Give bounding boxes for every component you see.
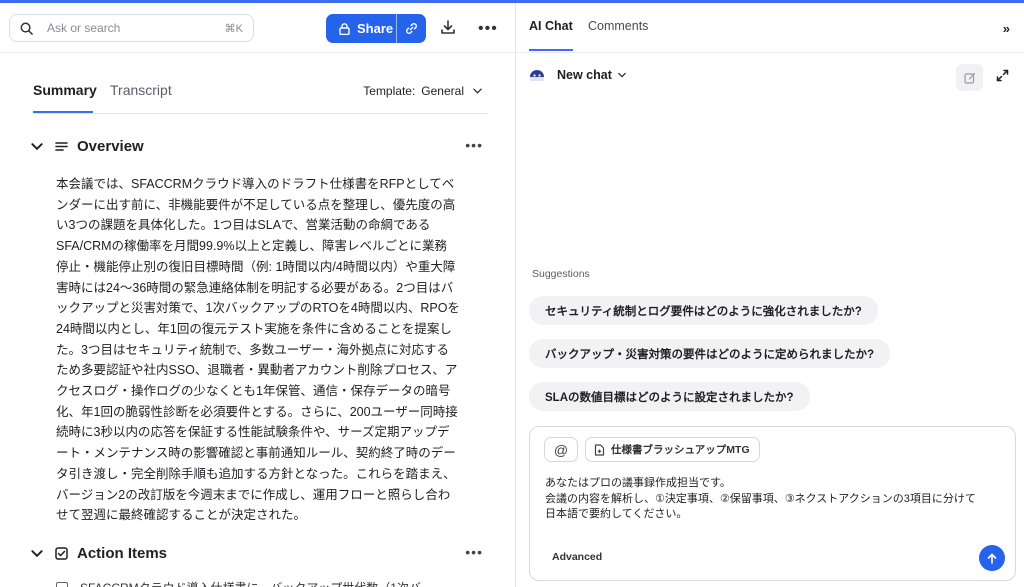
share-button[interactable]: Share — [326, 14, 396, 43]
mention-button[interactable]: @ — [544, 437, 578, 462]
new-chat-label: New chat — [557, 68, 612, 82]
search-shortcut: ⌘K — [224, 22, 243, 35]
assistant-avatar-icon — [530, 70, 544, 81]
doc-tabs: Summary Transcript Template: General — [33, 80, 488, 114]
send-button[interactable] — [979, 545, 1005, 571]
document-panel: Ask or search ⌘K Share ••• Summary Trans… — [0, 3, 516, 587]
prompt-input[interactable]: あなたはプロの議事録作成担当です。 会議の内容を解析し、①決定事項、②保留事項、… — [545, 476, 1010, 523]
prompt-line: 会議の内容を解析し、①決定事項、②保留事項、③ネクストアクションの3項目に分けて — [545, 492, 976, 505]
suggestion-chip[interactable]: セキュリティ統制とログ要件はどのように強化されましたか? — [529, 296, 878, 325]
overview-title: Overview — [77, 137, 144, 155]
expand-icon[interactable] — [996, 69, 1009, 82]
advanced-button[interactable]: Advanced — [552, 551, 602, 563]
search-input[interactable]: Ask or search ⌘K — [9, 14, 254, 42]
template-label: Template: — [363, 84, 416, 98]
overview-body: 本会議では、SFACCRMクラウド導入のドラフト仕様書をRFPとしてベ ンダーに… — [56, 177, 460, 523]
assistant-panel: AI Chat Comments » New chat Suggestions … — [516, 3, 1024, 587]
link-icon — [406, 23, 417, 34]
action-items-section-header: Action Items ••• — [30, 542, 485, 564]
suggestions-label: Suggestions — [532, 268, 590, 280]
collapse-panel-icon[interactable]: » — [1003, 21, 1010, 36]
checkbox-icon — [55, 546, 68, 560]
suggestion-chip[interactable]: バックアップ・災害対策の要件はどのように定められましたか? — [529, 339, 891, 368]
chevron-down-icon — [473, 88, 482, 94]
chevron-down-icon — [618, 72, 626, 78]
tab-summary[interactable]: Summary — [33, 82, 97, 98]
copy-link-button[interactable] — [397, 14, 426, 43]
action-items-title: Action Items — [77, 544, 168, 562]
overview-section-header: Overview ••• — [30, 135, 485, 157]
chat-composer[interactable]: @ 仕様書ブラッシュアップMTG あなたはプロの議事録作成担当です。 会議の内容… — [529, 426, 1016, 581]
document-add-icon — [594, 443, 605, 456]
action-item-checkbox[interactable] — [56, 581, 68, 587]
tab-comments[interactable]: Comments — [588, 19, 648, 33]
search-icon — [20, 22, 33, 35]
share-button-group: Share — [326, 14, 426, 43]
more-icon[interactable]: ••• — [465, 544, 483, 560]
prompt-line: 日本語で要約してください。 — [545, 508, 688, 520]
chevron-down-icon[interactable] — [30, 549, 44, 557]
share-label: Share — [357, 21, 394, 36]
more-icon[interactable]: ••• — [465, 137, 483, 153]
more-icon[interactable]: ••• — [478, 20, 498, 38]
new-chat-selector[interactable]: New chat — [529, 68, 626, 82]
panel-divider — [516, 52, 1024, 53]
compose-icon — [963, 72, 975, 84]
active-tab-indicator — [33, 111, 93, 113]
template-value: General — [421, 84, 464, 98]
chevron-down-icon[interactable] — [30, 142, 44, 150]
lock-icon — [339, 22, 350, 35]
tab-ai-chat[interactable]: AI Chat — [529, 19, 573, 33]
arrow-up-icon — [987, 553, 997, 564]
action-item-text: SFACCRMクラウド導入仕様書に、バックアップ世代数（1次バ — [80, 579, 421, 587]
suggestion-chip[interactable]: SLAの数値目標はどのように設定されましたか? — [529, 382, 810, 411]
prompt-line: あなたはプロの議事録作成担当です。 — [545, 477, 731, 489]
template-select[interactable]: Template: General — [363, 84, 482, 98]
active-tab-indicator — [529, 49, 573, 51]
action-item: SFACCRMクラウド導入仕様書に、バックアップ世代数（1次バ — [56, 579, 421, 587]
context-chip[interactable]: 仕様書ブラッシュアップMTG — [585, 437, 760, 462]
compose-button[interactable] — [956, 64, 983, 91]
download-icon[interactable] — [440, 20, 456, 35]
search-placeholder: Ask or search — [47, 21, 121, 35]
tab-transcript[interactable]: Transcript — [110, 82, 172, 98]
text-lines-icon — [55, 141, 68, 151]
toolbar-divider — [0, 52, 516, 53]
context-chip-label: 仕様書ブラッシュアップMTG — [611, 444, 750, 456]
